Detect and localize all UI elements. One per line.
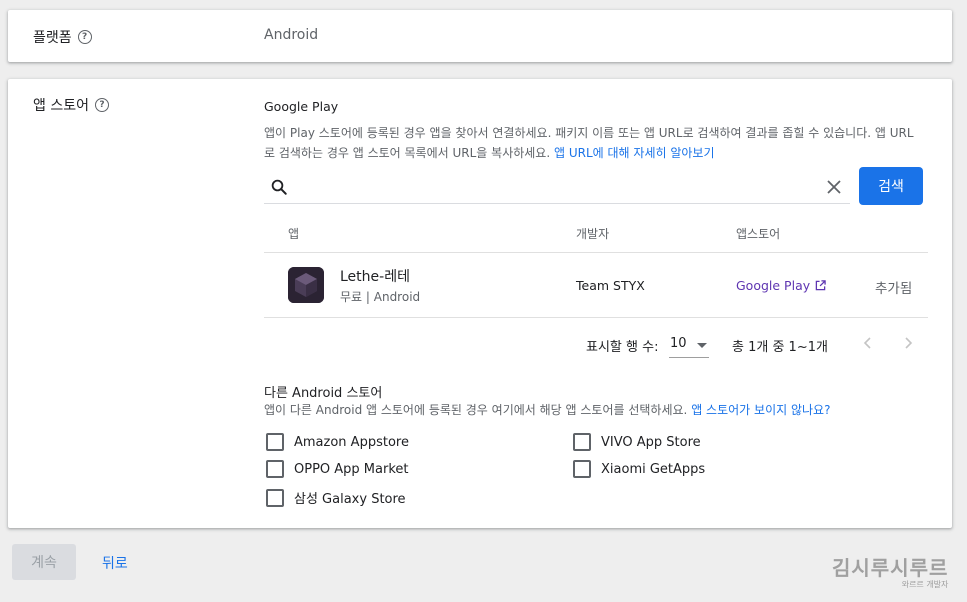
store-link-label: Google Play <box>736 278 811 293</box>
rows-per-page-select[interactable]: 10 <box>669 334 709 358</box>
platform-label-row: 플랫폼 ? <box>33 27 92 47</box>
pagination: 표시할 행 수: 10 총 1개 중 1~1개 <box>264 330 928 360</box>
app-icon <box>288 267 324 303</box>
chevron-right-icon[interactable] <box>901 336 915 350</box>
table-row[interactable]: Lethe-레테 무료 | Android Team STYX Google P… <box>264 253 928 318</box>
checkbox-box[interactable] <box>266 433 284 451</box>
other-stores-title: 다른 Android 스토어 <box>264 386 383 401</box>
checkbox-label: 삼성 Galaxy Store <box>294 492 406 507</box>
other-stores-text: 앱이 다른 Android 앱 스토어에 등록된 경우 여기에서 해당 앱 스토… <box>264 403 688 417</box>
column-app: 앱 <box>288 227 300 241</box>
app-developer: Team STYX <box>576 278 645 293</box>
checkbox-box[interactable] <box>573 460 591 478</box>
chevron-left-icon[interactable] <box>861 336 875 350</box>
checkbox-amazon-appstore[interactable]: Amazon Appstore <box>266 433 409 451</box>
column-store: 앱스토어 <box>736 227 781 241</box>
continue-button[interactable]: 계속 <box>12 544 76 580</box>
missing-store-link[interactable]: 앱 스토어가 보이지 않나요? <box>691 403 830 417</box>
platform-label: 플랫폼 <box>33 30 72 46</box>
store-link[interactable]: Google Play <box>736 278 826 293</box>
app-subtitle: 무료 | Android <box>340 290 421 304</box>
watermark-main: 김시루시루르 <box>832 556 949 580</box>
app-search-field[interactable] <box>264 171 850 204</box>
back-button[interactable]: 뒤로 <box>102 553 128 573</box>
app-store-card: 앱 스토어 ? Google Play 앱이 Play 스토어에 등록된 경우 … <box>8 79 952 528</box>
checkbox-box[interactable] <box>573 433 591 451</box>
app-store-label-row: 앱 스토어 ? <box>33 95 109 115</box>
page-range: 총 1개 중 1~1개 <box>732 340 828 355</box>
checkbox-box[interactable] <box>266 488 284 507</box>
app-store-label: 앱 스토어 <box>33 98 89 114</box>
checkbox-label: OPPO App Market <box>294 461 409 477</box>
checkbox-label: Amazon Appstore <box>294 434 409 450</box>
platform-value: Android <box>264 27 319 43</box>
google-play-description: 앱이 Play 스토어에 등록된 경우 앱을 찾아서 연결하세요. 패키지 이름… <box>264 123 924 163</box>
google-play-title: Google Play <box>264 99 339 114</box>
watermark: 김시루시루르 와르르 개발자 <box>832 552 948 590</box>
help-icon[interactable]: ? <box>94 98 109 112</box>
external-link-icon <box>815 280 826 291</box>
app-name: Lethe-레테 <box>340 269 410 285</box>
learn-more-link[interactable]: 앱 URL에 대해 자세히 알아보기 <box>554 146 715 160</box>
checkbox-xiaomi-getapps[interactable]: Xiaomi GetApps <box>573 460 705 478</box>
close-icon[interactable] <box>826 179 842 195</box>
chevron-down-icon <box>697 343 707 348</box>
column-developer: 개발자 <box>576 227 610 241</box>
rows-per-page-value: 10 <box>670 336 687 351</box>
checkbox-vivo-app-store[interactable]: VIVO App Store <box>573 433 701 451</box>
checkbox-oppo-app-market[interactable]: OPPO App Market <box>266 460 409 478</box>
checkbox-box[interactable] <box>266 460 284 478</box>
checkbox-samsung-galaxy-store[interactable]: 삼성 Galaxy Store <box>266 488 406 507</box>
checkbox-label: VIVO App Store <box>601 434 701 450</box>
status-added: 추가됨 <box>875 281 913 297</box>
platform-card: 플랫폼 ? Android <box>8 10 952 62</box>
search-button[interactable]: 검색 <box>859 167 923 205</box>
help-icon[interactable]: ? <box>77 30 92 44</box>
other-stores-description: 앱이 다른 Android 앱 스토어에 등록된 경우 여기에서 해당 앱 스토… <box>264 401 830 418</box>
results-table-header: 앱 개발자 앱스토어 <box>264 221 928 253</box>
checkbox-label: Xiaomi GetApps <box>601 461 706 477</box>
rows-per-page-label: 표시할 행 수: <box>586 340 659 355</box>
search-icon <box>271 179 287 195</box>
